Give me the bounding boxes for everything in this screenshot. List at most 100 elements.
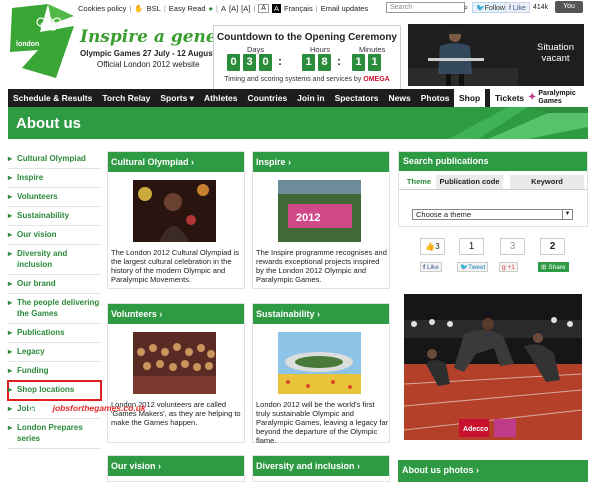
nav-athletes[interactable]: Athletes bbox=[199, 93, 243, 103]
card-title[interactable]: Volunteers › bbox=[108, 304, 244, 324]
nav-torch-relay[interactable]: Torch Relay bbox=[97, 93, 155, 103]
minutes-digit-2: 1 bbox=[368, 54, 381, 71]
nav-tickets[interactable]: Tickets bbox=[490, 89, 530, 107]
sidebar-item-london-prepares[interactable]: London Prepares series bbox=[8, 419, 101, 449]
card-text: The Inspire programme recognises and rew… bbox=[256, 248, 387, 284]
card-title[interactable]: Cultural Olympiad › bbox=[108, 152, 244, 172]
card-title[interactable]: Our vision › bbox=[108, 456, 244, 476]
svg-text:2012: 2012 bbox=[296, 212, 320, 224]
card-title[interactable]: Inspire › bbox=[253, 152, 389, 172]
hours-digit-1: 1 bbox=[302, 54, 315, 71]
tab-divider bbox=[399, 189, 587, 190]
twitter-follow-button[interactable]: 🐦Follow bbox=[472, 2, 509, 13]
countdown-minutes-label: Minutes bbox=[359, 45, 386, 54]
tab-theme[interactable]: Theme bbox=[402, 175, 436, 189]
sidebar-item-cultural-olympiad[interactable]: Cultural Olympiad bbox=[8, 150, 101, 169]
official-website-label: Official London 2012 website bbox=[97, 60, 200, 69]
advert-link[interactable]: jobsforthegames.co.uk bbox=[53, 403, 146, 413]
sidebar-item-sustainability[interactable]: Sustainability bbox=[8, 207, 101, 226]
card-our-vision: Our vision › bbox=[107, 455, 245, 482]
countdown-separator: : bbox=[278, 54, 282, 68]
sidebar-item-our-brand[interactable]: Our brand bbox=[8, 275, 101, 294]
main-nav: Schedule & Results Torch Relay Sports ▾ … bbox=[8, 89, 588, 107]
days-digit-1: 0 bbox=[227, 54, 240, 71]
cookies-link[interactable]: Cookies policy bbox=[78, 4, 126, 13]
banner-text: Situation vacant bbox=[537, 42, 574, 64]
theme-select[interactable]: Choose a theme ▼ bbox=[412, 209, 573, 220]
card-text: London 2012 will be the world's first tr… bbox=[256, 400, 389, 445]
sidebar-item-publications[interactable]: Publications bbox=[8, 324, 101, 343]
sidebar-item-our-vision[interactable]: Our vision bbox=[8, 226, 101, 245]
francais-link[interactable]: Français bbox=[284, 4, 313, 13]
bsl-icon[interactable]: ✋ bbox=[134, 4, 143, 13]
sidebar-item-volunteers[interactable]: Volunteers bbox=[8, 188, 101, 207]
nav-news[interactable]: News bbox=[384, 93, 416, 103]
youtube-button[interactable]: You Tube bbox=[555, 1, 583, 22]
twitter-icon: 🐦 bbox=[460, 264, 469, 271]
share-count: 2 bbox=[540, 238, 565, 255]
email-updates-link[interactable]: Email updates bbox=[321, 4, 369, 13]
chevron-down-icon: ▼ bbox=[562, 210, 572, 219]
sidebar-item-inspire[interactable]: Inspire bbox=[8, 169, 101, 188]
volunteers-image[interactable] bbox=[133, 332, 216, 394]
share-button[interactable]: ⊞ Share bbox=[538, 262, 569, 272]
nav-spectators[interactable]: Spectators bbox=[330, 93, 384, 103]
page-header-band bbox=[8, 107, 588, 139]
situation-vacant-banner[interactable]: Situation vacant bbox=[408, 24, 584, 86]
advert-text[interactable]: Go to jobsforthegames.co.uk bbox=[28, 403, 146, 413]
countdown-hours-label: Hours bbox=[310, 45, 331, 54]
search-icon[interactable]: ⌕ bbox=[461, 2, 471, 13]
nav-join-in[interactable]: Join in bbox=[292, 93, 329, 103]
sustainability-image[interactable] bbox=[278, 332, 361, 394]
jobs-advert[interactable]: Adecco bbox=[404, 294, 582, 440]
facebook-share-button[interactable]: f Like bbox=[420, 262, 442, 272]
tab-keyword[interactable]: Keyword bbox=[510, 175, 584, 189]
search-publications-panel: Search publications Theme Publication co… bbox=[398, 151, 588, 227]
contrast-normal-button[interactable]: A bbox=[258, 4, 269, 13]
sidebar-item-shop-locations[interactable]: Shop locations bbox=[7, 380, 102, 401]
card-cultural-olympiad: Cultural Olympiad › The London 2012 Cult… bbox=[107, 151, 245, 289]
nav-sports[interactable]: Sports ▾ bbox=[155, 93, 199, 104]
days-digit-2: 3 bbox=[243, 54, 256, 71]
games-dates: Olympic Games 27 July - 12 August bbox=[80, 49, 216, 58]
card-sustainability: Sustainability › London 2012 will be the… bbox=[252, 303, 390, 445]
tweet-count: 1 bbox=[459, 238, 484, 255]
thumb-icon: 👍 bbox=[425, 242, 436, 251]
facebook-count: 👍3 bbox=[420, 238, 445, 255]
paralympic-icon: ✦ bbox=[528, 92, 537, 103]
nav-schedule-results[interactable]: Schedule & Results bbox=[8, 93, 97, 103]
card-title[interactable]: Diversity and inclusion › bbox=[253, 456, 389, 476]
sidebar-item-legacy[interactable]: Legacy bbox=[8, 343, 101, 362]
sidebar-item-funding[interactable]: Funding bbox=[8, 362, 101, 381]
contrast-high-button[interactable]: A bbox=[271, 4, 281, 13]
google-plus-button[interactable]: g +1 bbox=[499, 262, 518, 272]
nav-shop[interactable]: Shop bbox=[454, 89, 486, 107]
facebook-like-button[interactable]: f Like bbox=[505, 2, 530, 13]
nav-photos[interactable]: Photos bbox=[416, 93, 455, 103]
nav-countries[interactable]: Countries bbox=[243, 93, 293, 103]
tweet-button[interactable]: 🐦Tweet bbox=[457, 262, 489, 272]
cultural-olympiad-image[interactable] bbox=[133, 180, 216, 242]
tab-publication-code[interactable]: Publication code bbox=[436, 175, 503, 189]
card-title[interactable]: Sustainability › bbox=[253, 304, 389, 324]
sidebar-item-diversity[interactable]: Diversity and inclusion bbox=[8, 245, 101, 275]
sidebar-item-people[interactable]: The people delivering the Games bbox=[8, 294, 101, 324]
panel-title: Search publications bbox=[399, 152, 587, 171]
page-title: About us bbox=[16, 115, 81, 132]
bsl-link[interactable]: BSL bbox=[147, 4, 161, 13]
card-volunteers: Volunteers › London 2012 volunteers are … bbox=[107, 303, 245, 443]
inspire-image[interactable]: 2012 bbox=[278, 180, 361, 242]
text-size-medium[interactable]: [A] bbox=[229, 4, 238, 13]
card-text: The London 2012 Cultural Olympiad is the… bbox=[111, 248, 239, 284]
search-input[interactable]: Search bbox=[386, 2, 465, 13]
text-size-large[interactable]: [A] bbox=[241, 4, 250, 13]
easy-read-link[interactable]: Easy Read bbox=[169, 4, 206, 13]
countdown-separator: : bbox=[337, 54, 341, 68]
london-2012-logo[interactable]: london bbox=[8, 2, 78, 82]
easy-read-icon: ● bbox=[208, 4, 214, 13]
nav-paralympic-games[interactable]: ✦ Paralympic Games bbox=[528, 89, 588, 107]
countdown-clock: Countdown to the Opening Ceremony Days H… bbox=[213, 25, 401, 91]
hours-digit-2: 8 bbox=[318, 54, 331, 71]
about-photos-header[interactable]: About us photos › bbox=[398, 460, 588, 482]
text-size-small[interactable]: A bbox=[221, 4, 226, 13]
